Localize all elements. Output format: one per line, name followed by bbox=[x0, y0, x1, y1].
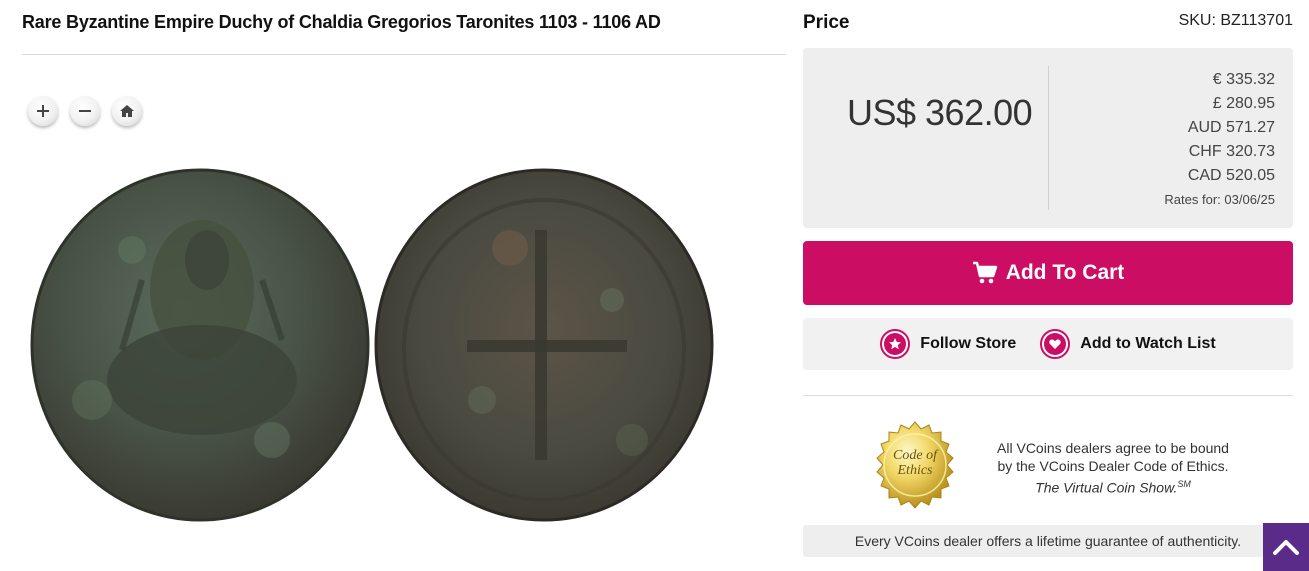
price-label: Price bbox=[803, 12, 850, 33]
heart-icon bbox=[1040, 329, 1071, 359]
follow-store-label: Follow Store bbox=[920, 335, 1017, 352]
coin-photo bbox=[30, 168, 714, 522]
coin-image[interactable] bbox=[22, 140, 786, 560]
sku-label: SKU: BZ113701 bbox=[1178, 12, 1293, 29]
rates-date: Rates for: 03/06/25 bbox=[1164, 192, 1275, 207]
ethics-line-2: by the VCoins Dealer Code of Ethics. bbox=[997, 458, 1229, 474]
watch-list-label: Add to Watch List bbox=[1080, 335, 1216, 352]
follow-watch-bar: Follow Store Add to Watch List bbox=[803, 318, 1293, 370]
star-icon bbox=[880, 329, 911, 359]
seal-text: Code of Ethics bbox=[870, 448, 960, 478]
conversion-cad: CAD 520.05 bbox=[1187, 167, 1275, 184]
follow-store-button[interactable]: Follow Store bbox=[880, 329, 1016, 359]
minus-icon bbox=[79, 110, 91, 112]
watch-list-button[interactable]: Add to Watch List bbox=[1040, 329, 1216, 359]
conversion-aud: AUD 571.27 bbox=[1187, 119, 1275, 136]
main-price: US$ 362.00 bbox=[847, 92, 1033, 133]
service-mark: SM bbox=[1177, 479, 1191, 489]
add-to-cart-button[interactable]: Add To Cart bbox=[803, 241, 1293, 305]
add-to-cart-label: Add To Cart bbox=[1005, 261, 1125, 284]
conversion-chf: CHF 320.73 bbox=[1188, 143, 1275, 160]
zoom-out-button[interactable] bbox=[70, 96, 100, 126]
zoom-in-button[interactable] bbox=[28, 96, 58, 126]
ethics-statement: All VCoins dealers agree to be bound by … bbox=[985, 439, 1241, 497]
currency-conversions: € 335.32 £ 280.95 AUD 571.27 CHF 320.73 … bbox=[1164, 68, 1275, 207]
conversion-gbp: £ 280.95 bbox=[1212, 95, 1275, 112]
price-panel: US$ 362.00 € 335.32 £ 280.95 AUD 571.27 … bbox=[803, 48, 1293, 228]
cart-icon bbox=[972, 261, 997, 284]
section-divider bbox=[803, 395, 1293, 396]
seal-line-2: Ethics bbox=[897, 463, 933, 478]
conversion-eur: € 335.32 bbox=[1212, 71, 1275, 88]
ethics-line-3-text: The Virtual Coin Show. bbox=[1035, 479, 1178, 496]
seal-line-1: Code of bbox=[893, 448, 937, 463]
price-divider bbox=[1048, 66, 1049, 210]
ethics-line-1: All VCoins dealers agree to be bound bbox=[997, 440, 1229, 456]
ethics-line-3: The Virtual Coin Show.SM bbox=[985, 475, 1241, 497]
coin-obverse bbox=[30, 168, 370, 522]
authenticity-guarantee: Every VCoins dealer offers a lifetime gu… bbox=[803, 525, 1293, 557]
listing-title: Rare Byzantine Empire Duchy of Chaldia G… bbox=[22, 12, 661, 32]
chevron-up-icon bbox=[1273, 540, 1299, 555]
scroll-to-top-button[interactable] bbox=[1263, 523, 1309, 571]
zoom-home-button[interactable] bbox=[112, 96, 142, 126]
plus-icon bbox=[37, 105, 49, 117]
coin-reverse bbox=[374, 168, 714, 522]
home-icon bbox=[120, 105, 134, 117]
title-divider bbox=[22, 54, 786, 55]
code-of-ethics-seal[interactable]: Code of Ethics bbox=[870, 420, 960, 510]
